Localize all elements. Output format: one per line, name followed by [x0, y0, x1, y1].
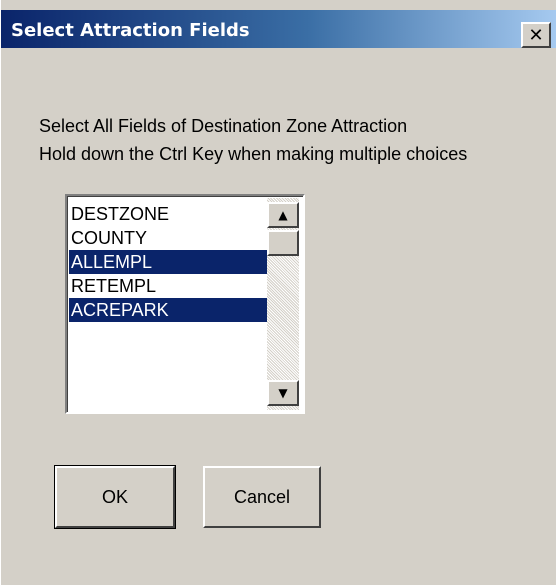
vertical-scrollbar[interactable]: ▲ ▼: [267, 198, 299, 410]
scroll-down-button[interactable]: ▼: [267, 380, 299, 406]
close-icon: ✕: [528, 24, 544, 46]
fields-listbox[interactable]: DESTZONE COUNTY ALLEMPL RETEMPL ACREPARK…: [65, 194, 305, 414]
dialog-window: Select Attraction Fields ✕ Select All Fi…: [0, 0, 556, 585]
list-item[interactable]: ACREPARK: [69, 298, 267, 322]
fields-list-items: DESTZONE COUNTY ALLEMPL RETEMPL ACREPARK: [69, 202, 267, 322]
cancel-button[interactable]: Cancel: [203, 466, 321, 528]
list-item[interactable]: DESTZONE: [69, 202, 267, 226]
instruction-line-1: Select All Fields of Destination Zone At…: [39, 116, 408, 136]
up-arrow-icon: ▲: [278, 208, 288, 222]
title-bar[interactable]: Select Attraction Fields ✕: [1, 10, 556, 48]
down-arrow-icon: ▼: [278, 386, 288, 400]
list-item[interactable]: COUNTY: [69, 226, 267, 250]
list-item[interactable]: RETEMPL: [69, 274, 267, 298]
close-button[interactable]: ✕: [521, 22, 551, 48]
ok-button[interactable]: OK: [54, 465, 176, 529]
list-item[interactable]: ALLEMPL: [69, 250, 267, 274]
scroll-up-button[interactable]: ▲: [267, 202, 299, 228]
window-title: Select Attraction Fields: [11, 20, 250, 41]
scroll-thumb[interactable]: [267, 230, 299, 256]
instructions: Select All Fields of Destination Zone At…: [39, 112, 467, 168]
instruction-line-2: Hold down the Ctrl Key when making multi…: [39, 144, 468, 164]
